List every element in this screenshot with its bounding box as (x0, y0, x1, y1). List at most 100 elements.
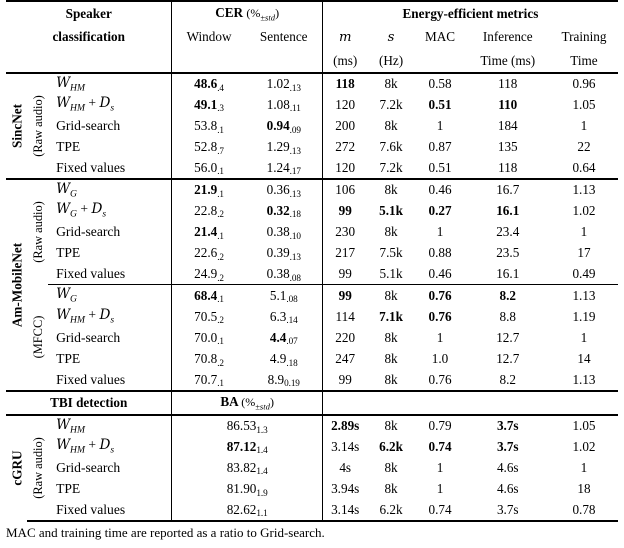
cell-inference-time: 3.7s (496, 417, 519, 433)
cell-inference-time: 8.8 (499, 308, 516, 324)
cell-m: 200 (321, 115, 368, 137)
method-label: Fixed values (48, 369, 172, 392)
cell-inference-time: 16.1 (496, 202, 520, 218)
cell-m: 3.14s (321, 436, 368, 458)
cell-cer-window: 22.8.2 (171, 200, 246, 222)
header-cer-sentence: Sentence (259, 29, 308, 44)
cell-mac: 1.0 (431, 351, 449, 367)
table-row: cGRU (Raw audio) WHM 86.531.3 2.89s 8k 0.79 3.7… (6, 414, 618, 522)
cell-m: 2.89s (321, 414, 368, 436)
header-mac: MAC (425, 29, 456, 44)
results-table: Speaker CER (%±std) Energy-efficient metri… (6, 0, 618, 522)
cell-inference-time: 118 (498, 76, 518, 92)
header-speaker-classification: Speaker (65, 5, 112, 21)
method-label: WHM + Ds (56, 437, 115, 456)
method-label: WG (56, 286, 77, 306)
cell-training-time: 0.96 (572, 76, 596, 92)
cell-mac: 0.46 (414, 263, 466, 286)
cell-mac: 1 (436, 117, 444, 133)
table-row: WHM + Ds 70.5.2 6.3.14 114 7.1k 0.76 8.8 1.19 (6, 306, 618, 328)
cell-m: 4s (321, 457, 368, 479)
table-row: TPE 70.8.2 4.9.18 247 8k 1.0 12.7 14 (6, 348, 618, 370)
method-label: TPE (56, 245, 81, 261)
cell-m: 99 (321, 369, 368, 392)
table-row: Grid-search 21.4.1 0.38.10 230 8k 1 23.4 1 (6, 221, 618, 243)
cell-training-time: 1.05 (572, 96, 596, 112)
cell-s: 6.2k (379, 438, 403, 454)
header-s: s (387, 30, 395, 45)
cell-cer-sentence: 4.4.07 (269, 329, 298, 347)
header-inference-time: Inference (482, 29, 533, 44)
cell-s: 8k (384, 287, 398, 303)
table-row: TPE 81.901.9 3.94s 8k 1 4.6s 18 (6, 478, 618, 500)
cell-cer-window: 22.6.2 (171, 242, 246, 264)
cell-training-time: 0.78 (549, 499, 618, 522)
cell-inference-time: 23.5 (496, 245, 520, 261)
cell-mac: 1 (436, 459, 444, 475)
cell-cer-sentence: 1.29.13 (266, 139, 301, 156)
method-label: Grid-search (56, 223, 121, 239)
cell-s: 8k (384, 329, 398, 345)
cell-cer-sentence: 0.39.13 (266, 245, 301, 262)
cell-training-time: 1.13 (572, 182, 596, 198)
cell-cer-window: 53.8.1 (171, 115, 246, 137)
cell-inference-time: 135 (497, 139, 518, 155)
cell-m: 114 (321, 306, 368, 328)
cell-mac: 0.87 (428, 139, 452, 155)
method-label: Fixed values (48, 157, 172, 180)
cell-inference-time: 3.7s (465, 499, 550, 522)
table-row: SincNet (Raw audio) WHM 48.6.4 1.02.13 118 8k 0… (6, 73, 618, 157)
cell-inference-time: 8.2 (499, 287, 516, 303)
header-m: m (321, 25, 368, 49)
table-row: Fixed values 24.9.2 0.38.08 99 5.1k 0.46 16.1 0… (6, 263, 618, 286)
method-label: WHM + Ds (56, 95, 115, 115)
cell-training-time: 17 (577, 245, 591, 261)
group-label-sincnet: SincNet (8, 103, 24, 148)
table-row: Fixed values 82.621.1 3.14s 6.2k 0.74 3.7s 0.7… (6, 499, 618, 522)
cell-cer-window: 56.0.1 (171, 157, 246, 180)
cell-training-time: 1.02 (572, 202, 596, 218)
header-inference-time-unit: Time (ms) (480, 52, 536, 68)
cell-m: 272 (321, 136, 368, 158)
cell-cer-sentence: 0.36.13 (266, 182, 301, 199)
cell-mac: 0.76 (428, 308, 452, 324)
cell-inference-time: 4.6s (496, 459, 519, 475)
cell-m: 3.14s (321, 499, 368, 522)
table-footnote: MAC and training time are reported as a … (6, 524, 325, 540)
table-row: Fixed values 70.7.1 8.90.19 99 8k 0.76 8.2 1.13 (6, 369, 618, 392)
cell-m: 230 (321, 221, 368, 243)
cell-training-time: 1.13 (549, 369, 618, 392)
cell-inference-time: 16.7 (496, 182, 520, 198)
cell-cer-sentence: 0.38.10 (266, 223, 301, 241)
header-training-time-unit: Time (570, 52, 598, 68)
cell-ba: 83.821.4 (171, 457, 323, 479)
method-label: TPE (56, 351, 81, 367)
cell-mac: 0.76 (428, 287, 452, 303)
cell-training-time: 1 (580, 329, 588, 345)
table-row: Fixed values 56.0.1 1.24.17 120 7.2k 0.51 118 0… (6, 157, 618, 180)
cell-inference-time: 4.6s (496, 480, 519, 496)
method-label: Fixed values (48, 499, 172, 522)
method-label: TPE (56, 139, 81, 155)
cell-training-time: 22 (577, 139, 591, 155)
header-m-unit: (ms) (321, 49, 368, 73)
method-label: WG (56, 180, 77, 200)
group-sublabel-cgru: (Raw audio) (27, 414, 49, 522)
cell-cer-window: 70.0.1 (171, 327, 246, 349)
cell-s: 8k (384, 351, 398, 367)
cell-mac: 0.51 (414, 157, 466, 180)
header-row-top: Speaker CER (%±std) Energy-efficient metri… (6, 1, 618, 25)
cell-cer-window: 21.9.1 (171, 178, 246, 201)
cell-m: 120 (321, 94, 368, 116)
cell-inference-time: 12.7 (496, 351, 520, 367)
cell-mac: 0.76 (414, 369, 466, 392)
table-row: Grid-search 83.821.4 4s 8k 1 4.6s 1 (6, 457, 618, 479)
cell-training-time: 18 (577, 480, 591, 496)
method-label: WG + Ds (56, 201, 107, 221)
method-label: TPE (56, 480, 81, 496)
header-row-sub: classification Window Sentence m s MAC Inferen… (6, 25, 618, 49)
cell-m: 99 (321, 200, 368, 222)
tbi-header-row: TBI detection BA (%±std) (6, 390, 618, 415)
cell-training-time: 1.13 (572, 287, 596, 303)
header-ba: BA (%±std) (171, 390, 323, 415)
